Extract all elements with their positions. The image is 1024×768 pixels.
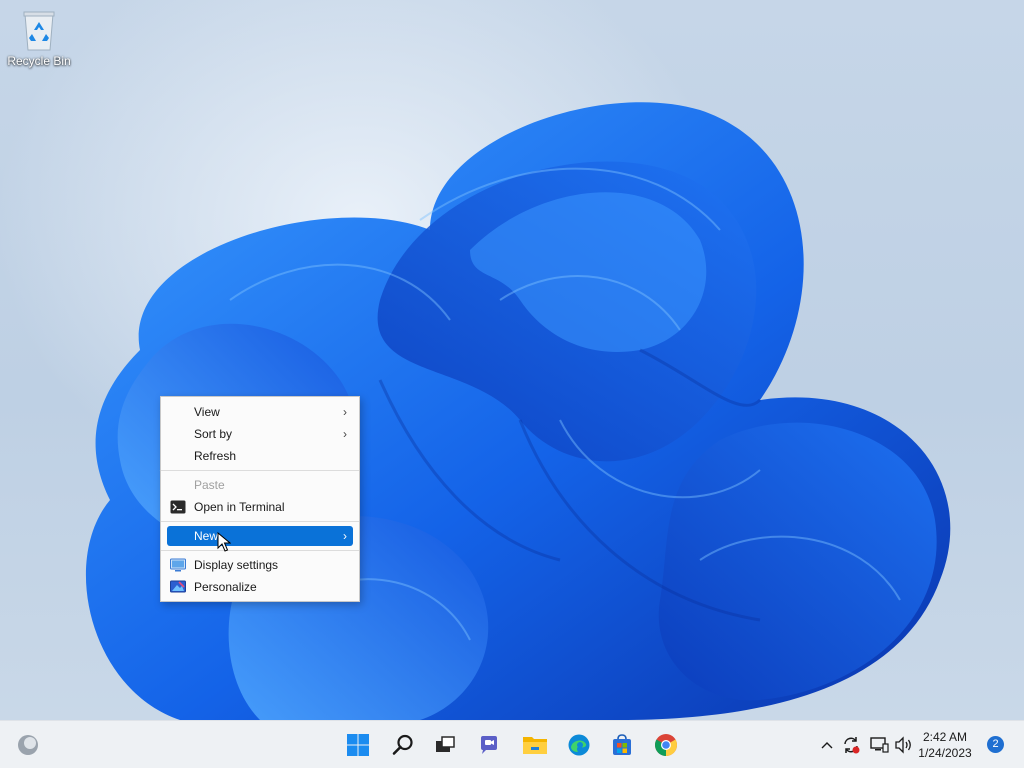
chrome-icon bbox=[655, 734, 677, 756]
chat-button[interactable] bbox=[475, 731, 503, 759]
menu-item-paste: Paste bbox=[167, 475, 353, 495]
mouse-cursor-icon bbox=[217, 532, 231, 552]
menu-item-label: View bbox=[194, 405, 220, 419]
menu-item-display-settings[interactable]: Display settings bbox=[167, 555, 353, 575]
display-icon bbox=[170, 558, 186, 572]
start-icon bbox=[347, 734, 369, 756]
clock-time: 2:42 AM bbox=[922, 730, 968, 744]
network-icon bbox=[870, 737, 889, 753]
notification-badge[interactable]: 2 bbox=[987, 736, 1004, 753]
menu-item-label: Sort by bbox=[194, 427, 233, 441]
show-hidden-icons-button[interactable] bbox=[817, 735, 837, 755]
desktop-icon-label: Recycle Bin bbox=[7, 54, 71, 68]
search-button[interactable] bbox=[389, 731, 417, 759]
menu-item-label: New bbox=[194, 529, 219, 543]
menu-item-label: Paste bbox=[194, 478, 225, 492]
chevron-right-icon: › bbox=[343, 529, 347, 543]
task-view-icon bbox=[436, 736, 455, 752]
clock[interactable]: 2:42 AM 1/24/2023 bbox=[910, 729, 980, 761]
menu-separator bbox=[161, 470, 359, 471]
edge-button[interactable] bbox=[565, 731, 593, 759]
network-button[interactable] bbox=[869, 735, 889, 755]
clock-date: 1/24/2023 bbox=[918, 746, 972, 760]
edge-icon bbox=[568, 734, 590, 756]
start-button[interactable] bbox=[344, 731, 372, 759]
terminal-icon bbox=[170, 500, 186, 514]
menu-item-view[interactable]: View › bbox=[167, 402, 353, 422]
chat-icon bbox=[481, 736, 497, 754]
desktop[interactable]: Recycle Bin bbox=[0, 0, 1024, 720]
file-explorer-button[interactable] bbox=[521, 731, 549, 759]
chevron-right-icon: › bbox=[343, 405, 347, 419]
menu-item-refresh[interactable]: Refresh bbox=[167, 446, 353, 466]
sync-icon bbox=[844, 737, 860, 754]
personalize-icon bbox=[170, 580, 186, 593]
menu-item-label: Personalize bbox=[194, 580, 257, 594]
menu-separator bbox=[161, 550, 359, 551]
wallpaper-bloom bbox=[85, 102, 951, 720]
sync-status-button[interactable] bbox=[841, 735, 861, 755]
chevron-up-icon bbox=[821, 742, 833, 749]
menu-item-label: Display settings bbox=[194, 558, 279, 572]
file-explorer-icon bbox=[523, 737, 547, 754]
desktop-context-menu: View › Sort by › Refresh Paste Open in T… bbox=[160, 396, 360, 602]
menu-item-new[interactable]: New › bbox=[167, 526, 353, 546]
menu-item-personalize[interactable]: Personalize bbox=[167, 577, 353, 597]
menu-item-label: Open in Terminal bbox=[194, 500, 285, 514]
widgets-icon bbox=[18, 735, 38, 755]
task-view-button[interactable] bbox=[431, 731, 459, 759]
taskbar: 2:42 AM 1/24/2023 bbox=[0, 720, 1024, 768]
desktop-icon-recycle-bin[interactable]: Recycle Bin bbox=[4, 8, 74, 76]
store-icon bbox=[613, 734, 631, 755]
chevron-right-icon: › bbox=[343, 427, 347, 441]
recycle-bin-icon bbox=[23, 11, 55, 51]
search-icon bbox=[392, 734, 413, 755]
menu-item-label: Refresh bbox=[194, 449, 237, 463]
store-button[interactable] bbox=[608, 731, 636, 759]
widgets-button[interactable] bbox=[14, 731, 42, 759]
menu-separator bbox=[161, 521, 359, 522]
menu-item-sort-by[interactable]: Sort by › bbox=[167, 424, 353, 444]
chrome-button[interactable] bbox=[652, 731, 680, 759]
menu-item-open-in-terminal[interactable]: Open in Terminal bbox=[167, 497, 353, 517]
